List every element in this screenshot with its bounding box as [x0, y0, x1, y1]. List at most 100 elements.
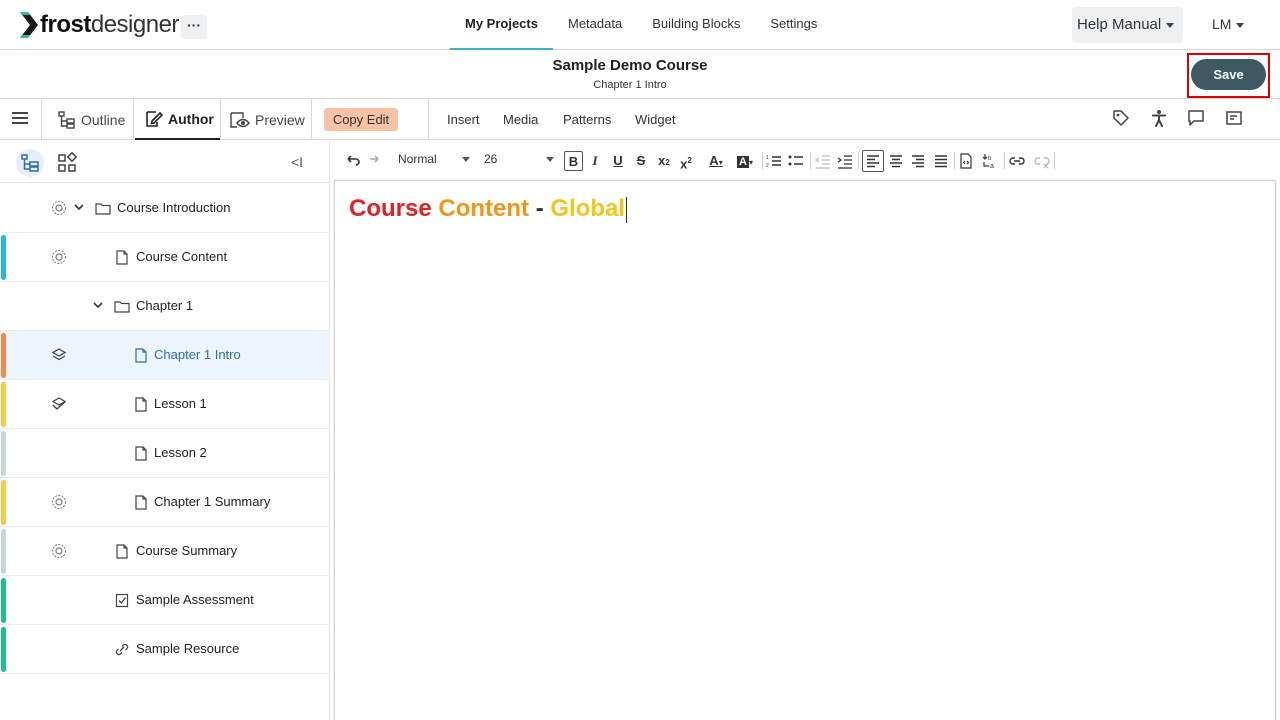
accessibility-icon[interactable] [1150, 109, 1168, 127]
course-title: Sample Demo Course [552, 57, 708, 74]
nav-tab-building-blocks[interactable]: Building Blocks [637, 0, 755, 50]
chevron-down-icon[interactable] [74, 202, 84, 212]
align-left-button[interactable] [862, 150, 884, 172]
indent-icon[interactable] [837, 153, 853, 169]
tree-item-course-summary[interactable]: Course Summary [0, 527, 330, 576]
toolbar-separator [1054, 152, 1055, 169]
patterns-menu[interactable]: Patterns [563, 112, 611, 127]
font-size-select[interactable]: 26 [484, 150, 554, 170]
align-justify-icon[interactable] [933, 153, 949, 169]
hamburger-menu-icon[interactable] [12, 112, 28, 126]
tab-preview[interactable]: Preview [229, 99, 309, 140]
paragraph-style-select[interactable]: Normal [398, 150, 470, 170]
tree-item-sample-assessment[interactable]: Sample Assessment [0, 576, 330, 625]
heading-word-global: Global [550, 195, 626, 222]
grid-view-icon [58, 151, 78, 172]
tree-item-lesson-2[interactable]: Lesson 2 [0, 429, 330, 478]
highlight-color-button[interactable]: A ▾ [733, 151, 757, 171]
special-characters-icon[interactable]: ba [982, 152, 1000, 170]
tag-icon[interactable] [1112, 109, 1130, 127]
tree-item-lesson-1[interactable]: Lesson 1 [0, 380, 330, 429]
tree-item-label: Course Introduction [117, 200, 231, 215]
outline-sidebar: <I Course Introduction Course Content Ch… [0, 141, 330, 720]
notes-icon[interactable] [1225, 109, 1243, 127]
status-accent-bar [1, 333, 6, 378]
status-accent-bar [1, 480, 6, 525]
underline-button[interactable]: U [611, 151, 625, 171]
bold-button[interactable]: B [564, 151, 583, 171]
tree-item-course-content[interactable]: Course Content [0, 233, 330, 282]
more-menu-button[interactable]: ··· [181, 15, 207, 39]
current-page-title: Chapter 1 Intro [593, 79, 667, 91]
tree-item-chapter-1[interactable]: Chapter 1 [0, 282, 330, 331]
divider [41, 99, 42, 139]
comment-icon[interactable] [1187, 109, 1205, 127]
tree-item-label: Lesson 1 [154, 396, 207, 411]
checkbox-assessment-icon [115, 593, 129, 608]
save-button[interactable]: Save [1191, 59, 1266, 90]
tree-item-chapter-1-intro[interactable]: Chapter 1 Intro [0, 331, 330, 380]
tree-item-course-introduction[interactable]: Course Introduction [0, 184, 330, 233]
toolbar-separator [858, 152, 859, 169]
page-icon [135, 495, 147, 510]
insert-menu[interactable]: Insert [447, 112, 480, 127]
align-center-icon[interactable] [888, 153, 904, 169]
italic-button[interactable]: I [588, 151, 602, 171]
source-code-icon[interactable] [958, 153, 974, 169]
layers-status-icon [51, 348, 67, 361]
tab-author-label: Author [168, 110, 214, 127]
content-heading[interactable]: Course Content - Global [349, 195, 628, 223]
subscript-button[interactable]: x2 [656, 151, 672, 171]
gear-status-icon [52, 201, 66, 215]
strikethrough-button[interactable]: S [634, 151, 648, 171]
tree-item-sample-resource[interactable]: Sample Resource [0, 625, 330, 674]
user-initials: LM [1212, 16, 1232, 32]
align-right-icon[interactable] [910, 153, 926, 169]
page-icon [135, 397, 147, 412]
numbered-list-icon[interactable]: 12 [766, 153, 782, 169]
tab-author[interactable]: Author [135, 99, 220, 140]
editor-canvas[interactable]: Course Content - Global [334, 180, 1276, 720]
tab-outline[interactable]: Outline [57, 99, 129, 140]
status-accent-bar [1, 627, 6, 672]
save-highlight-box: Save [1187, 53, 1270, 98]
undo-icon[interactable] [344, 151, 360, 171]
superscript-button[interactable]: x2 [678, 151, 694, 171]
nav-tab-metadata[interactable]: Metadata [553, 0, 637, 50]
copy-edit-button[interactable]: Copy Edit [324, 108, 398, 131]
frost-designer-logo[interactable]: frostdesigner [20, 10, 179, 40]
author-icon [146, 110, 164, 127]
nav-tab-my-projects[interactable]: My Projects [450, 0, 553, 50]
page-icon [135, 446, 147, 461]
toolbar-separator [954, 152, 955, 169]
insert-link-icon[interactable] [1009, 153, 1025, 169]
gear-status-icon [52, 250, 66, 264]
font-size-value: 26 [484, 152, 498, 166]
status-accent-bar [1, 235, 6, 280]
tree-view-icon [21, 154, 39, 172]
grid-view-button[interactable] [53, 149, 81, 177]
bullet-list-icon[interactable] [788, 153, 804, 169]
widget-menu[interactable]: Widget [635, 112, 675, 127]
tree-item-label: Chapter 1 Summary [154, 494, 271, 509]
folder-icon [95, 203, 111, 215]
font-color-button[interactable]: A▾ [704, 151, 728, 171]
heading-word-course: Course [349, 195, 432, 222]
media-menu[interactable]: Media [503, 112, 538, 127]
nav-tab-settings[interactable]: Settings [755, 0, 832, 50]
status-accent-bar [1, 578, 6, 623]
redo-icon[interactable] [366, 151, 382, 171]
gear-status-icon [52, 495, 66, 509]
outdent-icon[interactable] [815, 153, 831, 169]
remove-link-icon[interactable] [1034, 153, 1050, 169]
help-manual-dropdown[interactable]: Help Manual [1072, 7, 1183, 43]
tree-item-chapter-1-summary[interactable]: Chapter 1 Summary [0, 478, 330, 527]
chevron-down-icon[interactable] [93, 300, 103, 310]
page-icon [135, 348, 147, 363]
tree-view-button[interactable] [16, 149, 44, 177]
user-menu[interactable]: LM [1212, 16, 1245, 32]
divider [133, 99, 134, 139]
tree-item-label: Course Summary [136, 543, 238, 558]
svg-text:a: a [990, 163, 994, 170]
collapse-sidebar-button[interactable]: <I [291, 154, 303, 170]
